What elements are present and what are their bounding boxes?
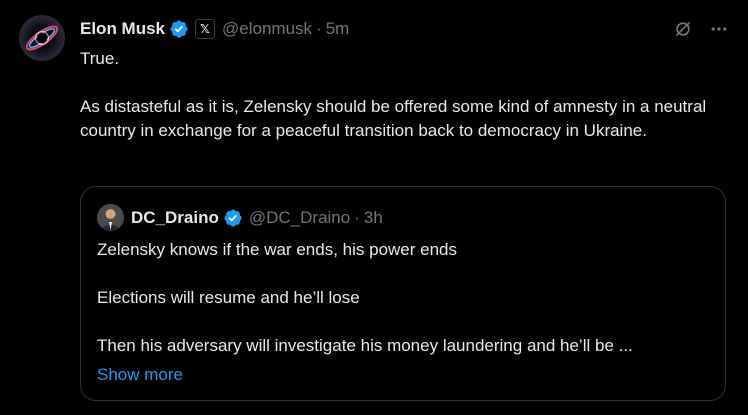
tweet[interactable]: Elon Musk 𝕏 @elonmusk · 5m True. As dist…: [0, 0, 748, 415]
show-more-link[interactable]: Show more: [97, 363, 183, 387]
tweet-actions: [672, 18, 730, 40]
tweet-text: True. As distasteful as it is, Zelensky …: [80, 47, 730, 143]
quoted-author-handle[interactable]: @DC_Draino: [249, 208, 350, 228]
tweet-paragraph: As distasteful as it is, Zelensky should…: [80, 97, 707, 140]
quoted-paragraph: Then his adversary will investigate his …: [97, 336, 633, 355]
author-name[interactable]: Elon Musk: [80, 19, 165, 39]
author-handle[interactable]: @elonmusk: [222, 19, 312, 39]
separator-dot: ·: [354, 207, 360, 227]
quoted-tweet-header: DC_Draino @DC_Draino · 3h: [131, 204, 383, 231]
quoted-author-name[interactable]: DC_Draino: [131, 208, 219, 228]
quoted-author-avatar[interactable]: [97, 204, 124, 231]
author-avatar[interactable]: [19, 15, 65, 61]
quoted-tweet[interactable]: DC_Draino @DC_Draino · 3h Zelensky knows…: [80, 186, 726, 401]
verified-badge-icon[interactable]: [223, 208, 243, 228]
tweet-paragraph: True.: [80, 49, 120, 68]
quoted-paragraph: Elections will resume and he’ll lose: [97, 288, 360, 307]
quoted-tweet-timestamp[interactable]: 3h: [364, 208, 383, 228]
affiliation-badge[interactable]: 𝕏: [195, 19, 216, 39]
verified-badge-icon[interactable]: [169, 19, 189, 39]
quoted-tweet-text: Zelensky knows if the war ends, his powe…: [97, 238, 709, 358]
more-icon[interactable]: [708, 18, 730, 40]
quoted-paragraph: Zelensky knows if the war ends, his powe…: [97, 240, 458, 259]
separator-dot: ·: [316, 19, 322, 38]
grok-icon[interactable]: [672, 18, 694, 40]
tweet-header: Elon Musk 𝕏 @elonmusk · 5m: [80, 16, 349, 42]
tweet-timestamp[interactable]: 5m: [326, 19, 350, 39]
